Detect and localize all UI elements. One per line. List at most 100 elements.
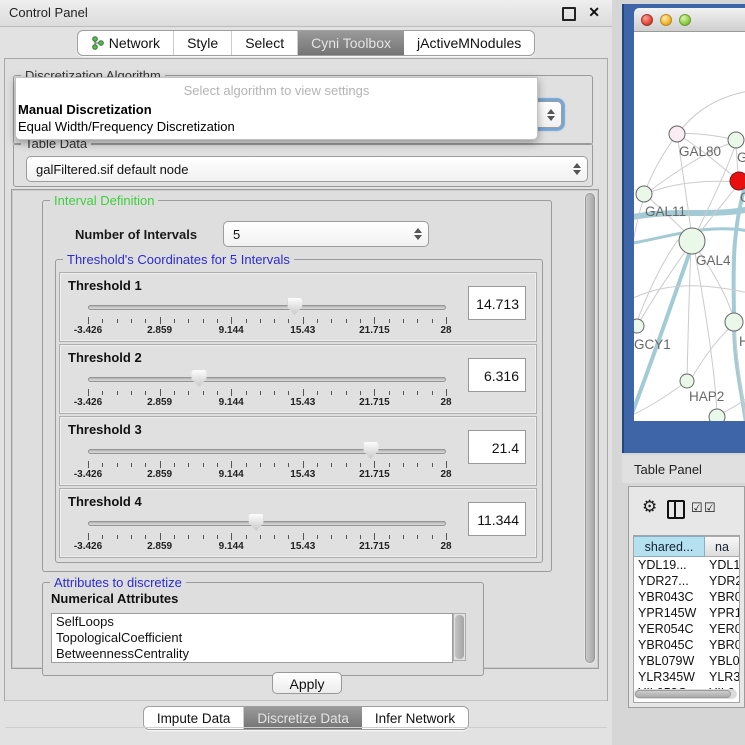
tab-jactivemnodules[interactable]: jActiveMNodules — [404, 31, 534, 55]
network-edge[interactable] — [677, 90, 745, 135]
cell-shared-name[interactable]: YBR043C — [634, 589, 705, 605]
attribute-list-item[interactable]: TopologicalCoefficient — [52, 630, 452, 646]
numerical-attributes-list[interactable]: SelfLoopsTopologicalCoefficientBetweenne… — [51, 613, 453, 663]
mac-zoom-button[interactable] — [679, 14, 691, 26]
tick-mark — [246, 463, 247, 467]
cell-shared-name[interactable]: YDR27... — [634, 573, 705, 589]
table-body: YDL19...YDL1YDR27...YDR2YBR043CYBR0YPR14… — [634, 557, 739, 701]
column-header-shared-name[interactable]: shared... — [634, 536, 705, 557]
cell-name[interactable]: YBR0 — [705, 589, 739, 605]
tab-network[interactable]: Network — [78, 31, 174, 55]
table-row[interactable]: YLR345WYLR3 — [634, 669, 739, 685]
mac-close-button[interactable] — [641, 14, 653, 26]
slider-thumb[interactable] — [249, 514, 264, 531]
table-row[interactable]: YBL079WYBL0 — [634, 653, 739, 669]
mac-minimize-button[interactable] — [660, 14, 672, 26]
network-edge[interactable] — [634, 246, 692, 421]
tick-mark — [217, 463, 218, 467]
cell-shared-name[interactable]: YLR345W — [634, 669, 705, 685]
tab-style[interactable]: Style — [174, 31, 232, 55]
network-edge[interactable] — [687, 247, 691, 377]
tick-mark — [288, 463, 289, 467]
attribute-list-item[interactable]: BetweennessCentrality — [52, 646, 452, 662]
cell-name[interactable]: YBR0 — [705, 637, 739, 653]
table-horizontal-scrollbar[interactable] — [634, 689, 737, 699]
network-edge[interactable] — [734, 182, 745, 421]
network-edge[interactable] — [694, 247, 717, 412]
cell-shared-name[interactable]: YER054C — [634, 621, 705, 637]
tick-label: 9.144 — [219, 541, 244, 552]
tab-discretize-data[interactable]: Discretize Data — [244, 707, 362, 729]
threshold-1-slider[interactable]: -3.4262.8599.14415.4321.71528 — [88, 297, 446, 339]
attribute-list-item[interactable]: SelfLoops — [52, 614, 452, 630]
cell-shared-name[interactable]: YPR145W — [634, 605, 705, 621]
network-node[interactable] — [680, 374, 694, 388]
settings-vertical-scrollbar[interactable] — [584, 192, 596, 664]
table-data-combo[interactable]: galFiltered.sif default node — [26, 156, 588, 182]
slider-thumb[interactable] — [191, 370, 206, 387]
algorithm-option-equal-width[interactable]: Equal Width/Frequency Discretization — [18, 119, 518, 134]
scrollbar-thumb[interactable] — [635, 690, 731, 698]
tab-cyni-toolbox[interactable]: Cyni Toolbox — [298, 31, 404, 55]
node-label: G — [737, 150, 745, 165]
threshold-2-slider[interactable]: -3.4262.8599.14415.4321.71528 — [88, 369, 446, 411]
threshold-2-value[interactable]: 6.316 — [468, 358, 526, 392]
gear-icon[interactable]: ⚙ — [642, 498, 657, 515]
network-edge[interactable] — [636, 240, 678, 324]
apply-button[interactable]: Apply — [272, 672, 342, 694]
cell-shared-name[interactable]: YBR045C — [634, 637, 705, 653]
network-node[interactable] — [636, 186, 652, 202]
threshold-1-value[interactable]: 14.713 — [468, 286, 526, 320]
network-edge[interactable] — [639, 245, 690, 323]
network-node[interactable] — [679, 228, 705, 254]
float-window-icon[interactable] — [562, 7, 576, 21]
tick-mark — [102, 391, 103, 395]
checkbox-icon[interactable]: ☑ — [691, 500, 703, 516]
tick-label: 2.859 — [147, 397, 172, 408]
cell-name[interactable]: YBL0 — [705, 653, 739, 669]
thresholds-group: Threshold's Coordinates for 5 Intervals … — [55, 259, 543, 563]
network-node[interactable] — [730, 172, 745, 190]
network-window-titlebar[interactable] — [634, 8, 745, 32]
threshold-3-value[interactable]: 21.4 — [468, 430, 526, 464]
scrollbar-thumb[interactable] — [585, 193, 595, 663]
column-header-name[interactable]: na — [705, 536, 739, 557]
threshold-4-value[interactable]: 11.344 — [468, 502, 526, 536]
network-node[interactable] — [709, 409, 725, 421]
algorithm-option-manual[interactable]: Manual Discretization — [18, 102, 518, 117]
attributes-list-scrollbar[interactable] — [453, 613, 466, 661]
table-row[interactable]: YER054CYER0 — [634, 621, 739, 637]
network-node[interactable] — [725, 313, 743, 331]
cell-name[interactable]: YPR1 — [705, 605, 739, 621]
tick-mark — [117, 535, 118, 539]
number-of-intervals-combo[interactable]: 5 — [223, 221, 429, 247]
table-row[interactable]: YBR043CYBR0 — [634, 589, 739, 605]
cell-shared-name[interactable]: YBL079W — [634, 653, 705, 669]
threshold-4-slider[interactable]: -3.4262.8599.14415.4321.71528 — [88, 513, 446, 555]
network-canvas[interactable]: GAL80GCGAL11GAL4GCY1HHAP2 — [634, 32, 745, 421]
tab-select[interactable]: Select — [232, 31, 298, 55]
tab-infer-network[interactable]: Infer Network — [362, 707, 468, 729]
slider-thumb[interactable] — [287, 298, 302, 315]
tick-mark — [446, 533, 447, 540]
network-node[interactable] — [669, 126, 685, 142]
table-row[interactable]: YDL19...YDL1 — [634, 557, 739, 573]
threshold-3-slider[interactable]: -3.4262.8599.14415.4321.71528 — [88, 441, 446, 483]
table-row[interactable]: YBR045CYBR0 — [634, 637, 739, 653]
cell-name[interactable]: YLR3 — [705, 669, 739, 685]
close-icon[interactable]: ✕ — [588, 4, 600, 21]
table-row[interactable]: YPR145WYPR1 — [634, 605, 739, 621]
cell-shared-name[interactable]: YDL19... — [634, 557, 705, 573]
split-columns-icon[interactable] — [667, 500, 685, 519]
cell-name[interactable]: YDL1 — [705, 557, 739, 573]
network-edge[interactable] — [634, 198, 644, 262]
network-node[interactable] — [728, 132, 744, 148]
network-edge[interactable] — [694, 146, 735, 238]
slider-thumb[interactable] — [363, 442, 378, 459]
cell-name[interactable]: YER0 — [705, 621, 739, 637]
network-node[interactable] — [634, 319, 644, 333]
checkbox-icon[interactable]: ☑ — [704, 500, 716, 516]
table-row[interactable]: YDR27...YDR2 — [634, 573, 739, 589]
tab-impute-data[interactable]: Impute Data — [144, 707, 245, 729]
cell-name[interactable]: YDR2 — [705, 573, 739, 589]
